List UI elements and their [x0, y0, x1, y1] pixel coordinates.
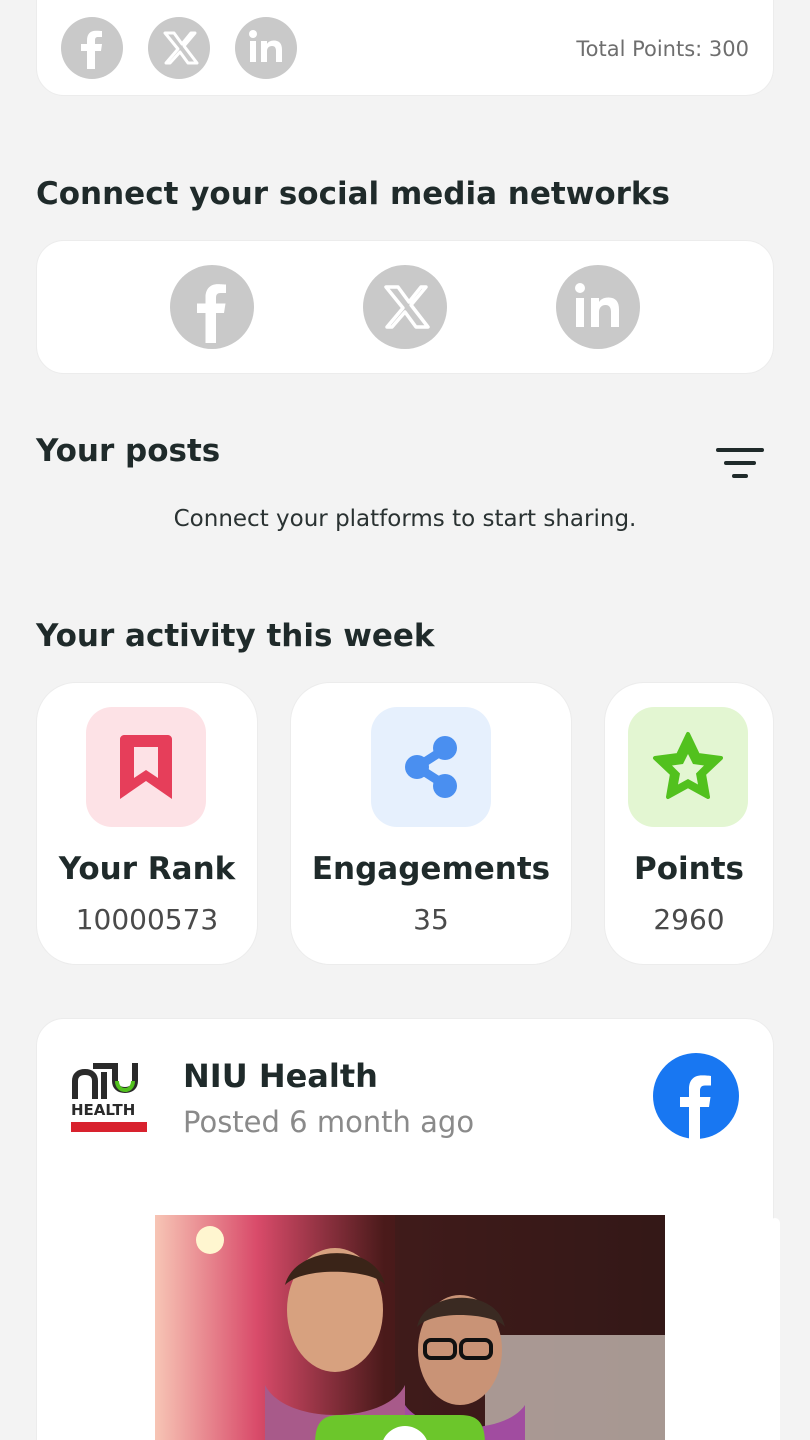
stat-label-rank: Your Rank	[58, 851, 236, 887]
posts-section-title: Your posts	[36, 433, 221, 469]
x-icon[interactable]	[148, 17, 210, 79]
posts-empty-message: Connect your platforms to start sharing.	[173, 506, 637, 532]
linkedin-icon[interactable]	[235, 17, 297, 79]
share-icon	[371, 707, 491, 827]
stat-card-points[interactable]: Points 2960	[604, 682, 774, 965]
linked-networks-row	[61, 17, 297, 79]
post-author-name[interactable]: NIU Health	[183, 1057, 378, 1095]
bookmark-icon	[86, 707, 206, 827]
total-points-text: Total Points: 300	[576, 37, 749, 61]
activity-section-title: Your activity this week	[36, 618, 435, 654]
post-timestamp: Posted 6 month ago	[183, 1105, 475, 1139]
niu-health-logo: HEALTH	[71, 1059, 151, 1141]
star-icon	[628, 707, 748, 827]
connect-facebook-button[interactable]	[170, 265, 254, 349]
facebook-platform-icon	[653, 1053, 739, 1139]
stat-card-engagements[interactable]: Engagements 35	[290, 682, 572, 965]
facebook-icon[interactable]	[61, 17, 123, 79]
connect-section-title: Connect your social media networks	[36, 176, 671, 212]
feed-post-card[interactable]: HEALTH NIU Health Posted 6 month ago	[36, 1018, 774, 1440]
stat-value-engagements: 35	[413, 903, 449, 936]
stat-label-points: Points	[634, 851, 744, 887]
next-card-edge	[770, 1218, 780, 1440]
points-summary-card: Total Points: 300	[36, 0, 774, 96]
svg-text:HEALTH: HEALTH	[71, 1101, 135, 1119]
connect-x-button[interactable]	[363, 265, 447, 349]
connect-networks-card	[36, 240, 774, 374]
post-photo-art	[155, 1215, 665, 1440]
stat-value-rank: 10000573	[75, 903, 219, 936]
filter-icon[interactable]	[712, 444, 768, 484]
stat-label-engagements: Engagements	[311, 851, 551, 887]
stat-card-rank[interactable]: Your Rank 10000573	[36, 682, 258, 965]
stat-value-points: 2960	[653, 903, 725, 936]
connect-linkedin-button[interactable]	[556, 265, 640, 349]
post-image[interactable]	[155, 1215, 665, 1440]
